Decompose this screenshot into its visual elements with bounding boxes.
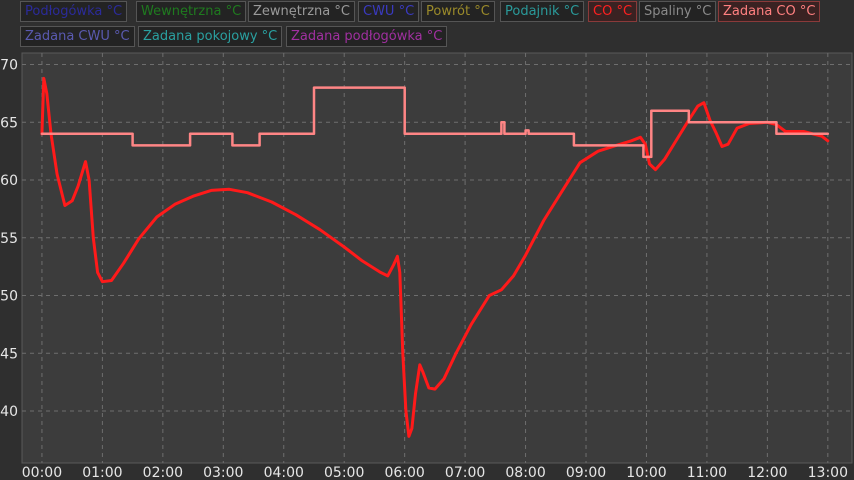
- x-tick-label: 11:00: [687, 465, 727, 480]
- y-tick-label: 70: [0, 58, 18, 74]
- x-tick-label: 09:00: [566, 465, 606, 480]
- x-tick-label: 03:00: [203, 465, 243, 480]
- x-tick-label: 01:00: [82, 465, 122, 480]
- legend-item[interactable]: Wewnętrzna °C: [136, 1, 247, 22]
- x-tick-label: 08:00: [505, 465, 545, 480]
- legend-item[interactable]: Podajnik °C: [500, 1, 585, 22]
- legend: Podłogówka °C Wewnętrzna °C Zewnętrzna °C C…: [20, 0, 854, 50]
- y-tick-label: 45: [0, 346, 18, 362]
- x-tick-label: 12:00: [747, 465, 787, 480]
- y-tick-label: 50: [0, 289, 18, 305]
- x-tick-label: 06:00: [384, 465, 424, 480]
- y-tick-label: 55: [0, 231, 18, 247]
- x-axis-ticks: 00:00 01:00 02:00 03:00 04:00 05:00 06:00 07:00…: [22, 465, 848, 480]
- x-tick-label: 07:00: [445, 465, 485, 480]
- y-tick-label: 60: [0, 173, 18, 189]
- legend-item[interactable]: Zadana CWU °C: [20, 26, 135, 47]
- legend-item[interactable]: CWU °C: [358, 1, 420, 22]
- x-tick-label: 10:00: [626, 465, 666, 480]
- legend-item[interactable]: Zewnętrzna °C: [248, 1, 355, 22]
- y-tick-label: 40: [0, 404, 18, 420]
- legend-item[interactable]: Zadana pokojowy °C: [138, 26, 283, 47]
- x-tick-label: 13:00: [808, 465, 848, 480]
- x-tick-label: 04:00: [264, 465, 304, 480]
- y-tick-label: 65: [0, 115, 18, 131]
- legend-item[interactable]: Powrót °C: [421, 1, 495, 22]
- x-tick-label: 02:00: [143, 465, 183, 480]
- legend-item[interactable]: Spaliny °C: [639, 1, 717, 22]
- legend-item[interactable]: Zadana CO °C: [718, 1, 821, 22]
- x-tick-label: 00:00: [22, 465, 62, 480]
- plot-area: [21, 52, 853, 464]
- legend-item[interactable]: Podłogówka °C: [20, 1, 128, 22]
- legend-item[interactable]: CO °C: [588, 1, 638, 22]
- x-tick-label: 05:00: [324, 465, 364, 480]
- line-chart: 40 45 50 55 60 65 70 00:00 01:00 02:00 03:00 04:00…: [0, 52, 853, 480]
- y-axis-ticks: 40 45 50 55 60 65 70: [0, 58, 18, 420]
- legend-item[interactable]: Zadana podłogówka °C: [286, 26, 448, 47]
